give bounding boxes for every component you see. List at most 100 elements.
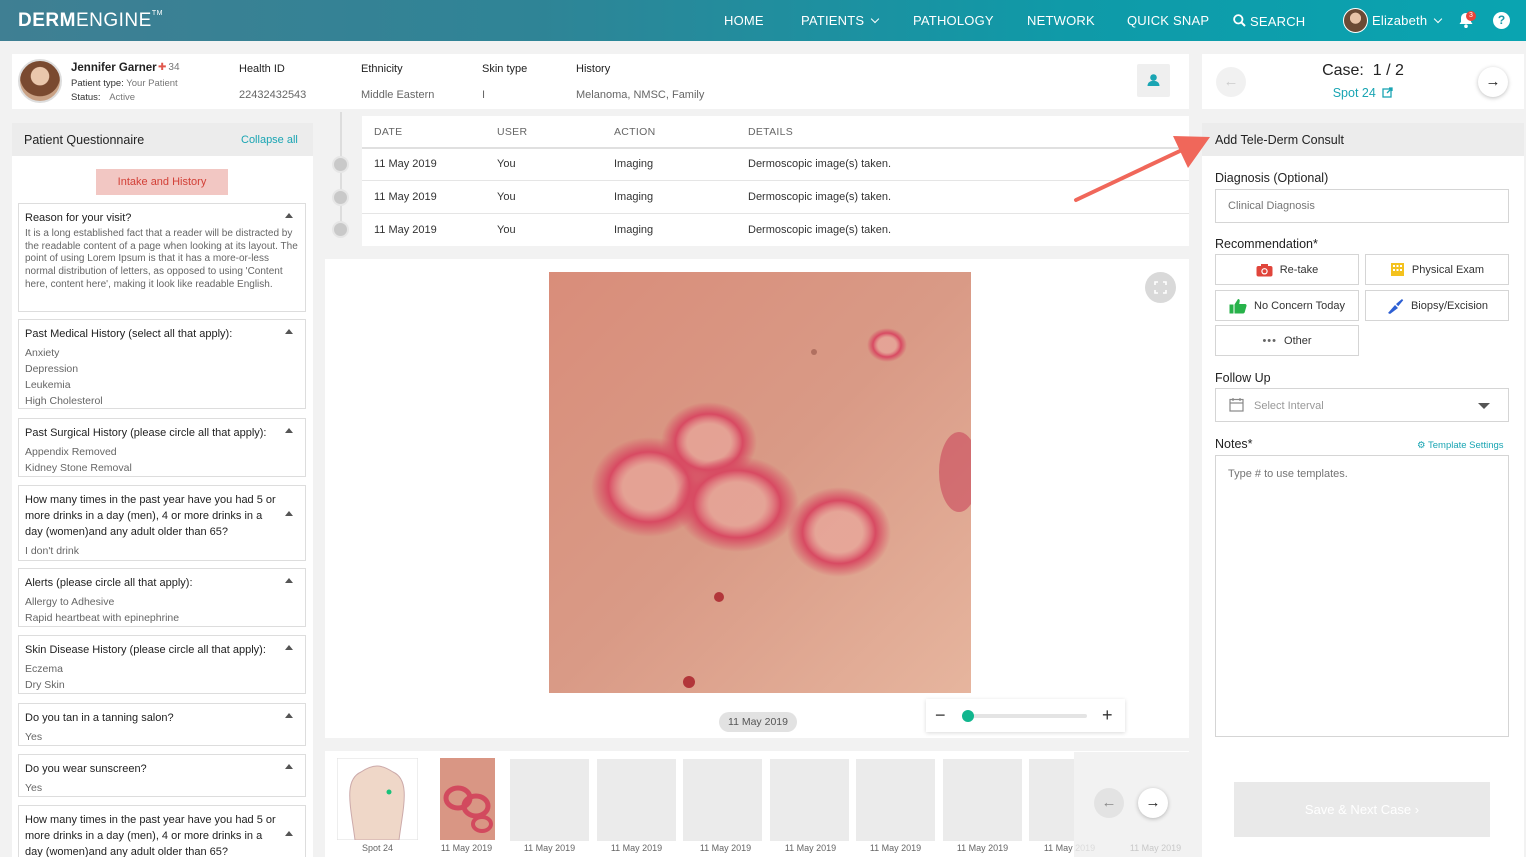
thumbnail-fade xyxy=(1074,752,1189,857)
health-id-label: Health ID xyxy=(239,63,285,75)
col-details: DETAILS xyxy=(748,126,794,138)
collapse-all-link[interactable]: Collapse all xyxy=(241,134,298,146)
thumbnail[interactable] xyxy=(770,759,849,841)
biopsy-excision-button[interactable]: Biopsy/Excision xyxy=(1365,290,1509,321)
other-button[interactable]: ••• Other xyxy=(1215,325,1359,356)
answer: Yes xyxy=(25,782,43,794)
chevron-down-icon xyxy=(1434,14,1443,24)
thumbnail[interactable] xyxy=(510,759,589,841)
dropdown-caret-icon xyxy=(1478,403,1490,409)
lesion-image[interactable] xyxy=(549,272,971,693)
user-avatar[interactable] xyxy=(1343,8,1368,33)
zoom-out-button[interactable]: − xyxy=(935,705,946,726)
nav-patients[interactable]: PATIENTS xyxy=(801,13,880,28)
row-date: 11 May 2019 xyxy=(374,224,437,236)
collapse-caret-icon[interactable] xyxy=(285,428,293,433)
row-date: 11 May 2019 xyxy=(374,158,437,170)
thumbnail[interactable] xyxy=(683,759,762,841)
collapse-caret-icon[interactable] xyxy=(285,578,293,583)
clinical-diagnosis-input[interactable] xyxy=(1215,189,1509,223)
collapse-caret-icon[interactable] xyxy=(285,713,293,718)
question-title: Past Medical History (select all that ap… xyxy=(25,328,233,340)
answer: Depression xyxy=(25,363,79,375)
notes-textarea[interactable] xyxy=(1215,455,1509,737)
skin-type-label: Skin type xyxy=(482,63,528,75)
collapse-caret-icon[interactable] xyxy=(285,645,293,650)
physical-exam-button[interactable]: Physical Exam xyxy=(1365,254,1509,285)
collapse-caret-icon[interactable] xyxy=(285,831,293,836)
lesion-thumbnail[interactable] xyxy=(440,758,495,840)
row-details: Dermoscopic image(s) taken. xyxy=(748,191,892,203)
help-icon[interactable]: ? xyxy=(1493,12,1510,29)
zoom-slider-track[interactable] xyxy=(963,714,1087,718)
thumbs-prev-button[interactable]: ← xyxy=(1094,788,1124,818)
camera-icon xyxy=(332,156,349,173)
header-divider xyxy=(362,147,1189,149)
fullscreen-button[interactable] xyxy=(1145,272,1176,303)
question-title: Do you wear sunscreen? xyxy=(25,763,147,775)
body-spot-count: ✚ 34 xyxy=(158,62,180,73)
next-case-button[interactable]: → xyxy=(1478,67,1508,97)
question-block: How many times in the past year have you… xyxy=(18,485,306,561)
question-title: Do you tan in a tanning salon? xyxy=(25,712,174,724)
answer: Dry Skin xyxy=(25,679,65,691)
nav-pathology[interactable]: PATHOLOGY xyxy=(913,13,994,28)
dots-icon: ••• xyxy=(1262,334,1278,347)
zoom-slider-handle[interactable] xyxy=(962,710,974,722)
thumbs-next-button[interactable]: → xyxy=(1138,788,1168,818)
thumb-caption: 11 May 2019 xyxy=(610,843,663,853)
tab-intake-history[interactable]: Intake and History xyxy=(96,169,228,195)
diagnosis-label: Diagnosis (Optional) xyxy=(1215,171,1329,185)
answer: Appendix Removed xyxy=(25,446,117,458)
thumb-caption: Spot 24 xyxy=(361,843,394,853)
thumbnail[interactable] xyxy=(943,759,1022,841)
dermengine-logo[interactable]: DERMENGINETM xyxy=(18,10,163,32)
col-date: DATE xyxy=(374,126,403,138)
arrow-right-icon: → xyxy=(1485,73,1501,90)
retake-button[interactable]: Re-take xyxy=(1215,254,1359,285)
thumb-caption: 11 May 2019 xyxy=(523,843,576,853)
question-block: Do you wear sunscreen? Yes xyxy=(18,754,306,797)
follow-up-select[interactable]: Select Interval xyxy=(1215,388,1509,422)
answer: Allergy to Adhesive xyxy=(25,596,115,608)
patient-profile-button[interactable] xyxy=(1137,64,1170,97)
thumb-caption: 11 May 2019 xyxy=(869,843,922,853)
ethnicity-label: Ethnicity xyxy=(361,63,403,75)
spot-link[interactable]: Spot 24 xyxy=(1202,86,1524,100)
patient-type: Patient type: Your Patient xyxy=(71,78,178,89)
answer: High Cholesterol xyxy=(25,395,103,407)
zoom-in-button[interactable]: + xyxy=(1102,705,1113,726)
recommendation-label: Recommendation* xyxy=(1215,237,1318,251)
skin-type-value: I xyxy=(482,89,486,101)
collapse-caret-icon[interactable] xyxy=(285,213,293,218)
gear-icon: ⚙ xyxy=(1417,440,1426,451)
no-concern-button[interactable]: No Concern Today xyxy=(1215,290,1359,321)
row-divider xyxy=(362,180,1189,181)
collapse-caret-icon[interactable] xyxy=(285,329,293,334)
image-date-badge: 11 May 2019 xyxy=(719,712,797,732)
thumb-caption: 11 May 2019 xyxy=(784,843,837,853)
template-settings-link[interactable]: ⚙ Template Settings xyxy=(1417,440,1504,451)
answer: Yes xyxy=(25,731,43,743)
body-map-thumbnail[interactable] xyxy=(337,758,418,840)
nav-quick-snap[interactable]: QUICK SNAP xyxy=(1127,13,1209,28)
question-title: How many times in the past year have you… xyxy=(25,494,276,538)
row-divider xyxy=(362,213,1189,214)
collapse-caret-icon[interactable] xyxy=(285,764,293,769)
col-user: USER xyxy=(497,126,528,138)
health-id-value: 22432432543 xyxy=(239,89,307,101)
timeline-line xyxy=(340,112,342,234)
nav-search[interactable]: SEARCH xyxy=(1233,13,1305,29)
row-user: You xyxy=(497,224,516,236)
arrow-right-icon: → xyxy=(1145,794,1161,811)
save-next-case-button[interactable]: Save & Next Case › xyxy=(1234,782,1490,837)
thumbnail[interactable] xyxy=(597,759,676,841)
nav-network[interactable]: NETWORK xyxy=(1027,13,1095,28)
nav-home[interactable]: HOME xyxy=(724,13,764,28)
ethnicity-value: Middle Eastern xyxy=(361,89,435,101)
user-menu[interactable]: Elizabeth xyxy=(1372,13,1443,28)
answer: I don't drink xyxy=(25,545,79,557)
collapse-caret-icon[interactable] xyxy=(285,511,293,516)
thumbnail[interactable] xyxy=(1029,759,1074,841)
thumbnail[interactable] xyxy=(856,759,935,841)
